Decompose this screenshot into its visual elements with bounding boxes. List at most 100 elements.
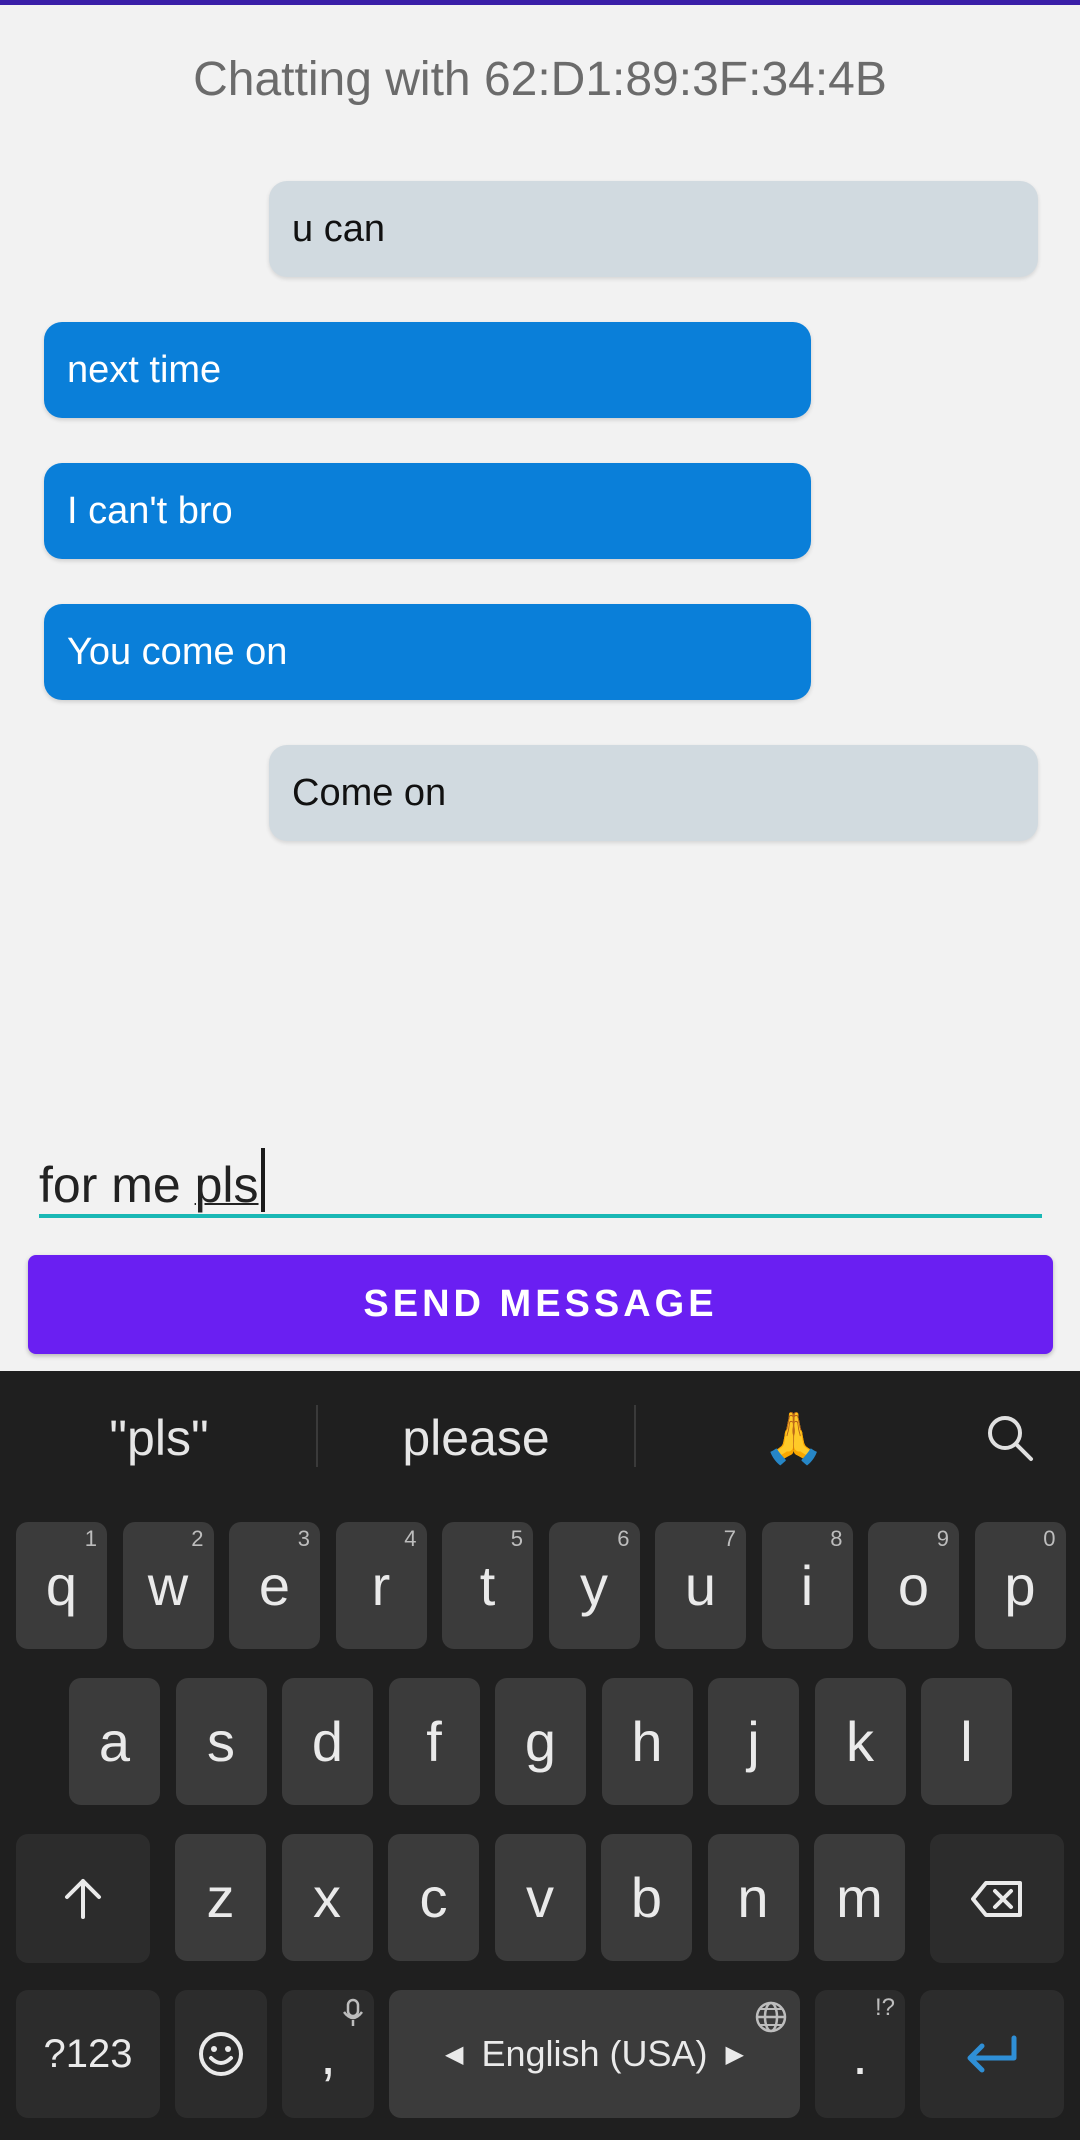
key-y[interactable]: y6	[548, 1522, 640, 1649]
key-label: k	[846, 1710, 874, 1773]
key-l[interactable]: l	[921, 1678, 1012, 1805]
space-bar-label: English (USA)	[481, 2033, 708, 2074]
backspace-icon	[971, 1880, 1022, 1917]
key-label: t	[479, 1554, 496, 1617]
key-number-hint: 6	[617, 1526, 630, 1551]
on-screen-keyboard: "pls" please 🙏 ?123 , ◀ English (USA) ▶ …	[0, 1371, 1080, 2140]
key-label: m	[836, 1866, 883, 1929]
key-g[interactable]: g	[495, 1678, 586, 1805]
key-label: u	[684, 1554, 717, 1617]
key-n[interactable]: n	[707, 1834, 799, 1961]
key-number-hint: 1	[84, 1526, 97, 1551]
message-bubble-sent[interactable]: next time	[44, 322, 811, 418]
key-label: n	[737, 1866, 769, 1929]
key-label: x	[313, 1866, 341, 1929]
key-number-hint: 7	[723, 1526, 736, 1551]
comma-key[interactable]: ,	[282, 1990, 374, 2118]
key-label: a	[98, 1710, 131, 1773]
key-number-hint: 9	[936, 1526, 949, 1551]
key-v[interactable]: v	[494, 1834, 586, 1961]
globe-icon	[755, 2001, 787, 2033]
key-label: w	[147, 1554, 189, 1617]
message-text: You come on	[67, 630, 288, 673]
period-hint: !?	[874, 1994, 895, 2021]
key-label: q	[45, 1554, 78, 1617]
shift-key[interactable]	[16, 1834, 150, 1963]
key-label: o	[897, 1554, 930, 1617]
key-label: y	[580, 1554, 608, 1617]
key-label: e	[258, 1554, 291, 1617]
key-e[interactable]: e3	[229, 1522, 320, 1649]
space-bar[interactable]: ◀ English (USA) ▶	[389, 1990, 800, 2118]
key-number-hint: 8	[830, 1526, 843, 1551]
left-caret-icon: ◀	[444, 2040, 464, 2068]
key-number-hint: 4	[404, 1526, 417, 1551]
key-label: h	[631, 1710, 663, 1773]
search-icon-glyph	[988, 1416, 1033, 1461]
key-r[interactable]: r4	[335, 1522, 427, 1649]
emoji-key[interactable]	[175, 1990, 267, 2118]
message-text: next time	[67, 348, 222, 391]
key-label: d	[311, 1710, 344, 1773]
key-t[interactable]: t5	[442, 1522, 533, 1649]
key-q[interactable]: q1	[16, 1522, 107, 1649]
key-s[interactable]: s	[175, 1678, 267, 1805]
key-j[interactable]: j	[708, 1678, 799, 1805]
period-key[interactable]: . !?	[815, 1990, 905, 2118]
enter-arrow-icon	[967, 2035, 1017, 2073]
key-label: g	[524, 1710, 557, 1773]
key-label: f	[426, 1710, 442, 1773]
key-x[interactable]: x	[281, 1834, 373, 1961]
key-f[interactable]: f	[388, 1678, 480, 1805]
key-a[interactable]: a	[69, 1678, 160, 1805]
message-bubble-received[interactable]: u can	[269, 181, 1038, 277]
status-accent-bar	[0, 0, 1080, 5]
microphone-icon	[343, 1998, 363, 2026]
key-number-hint: 0	[1043, 1526, 1056, 1551]
key-label: j	[747, 1710, 760, 1773]
message-input-text: for me pls	[39, 1148, 265, 1214]
key-b[interactable]: b	[601, 1834, 692, 1961]
key-k[interactable]: k	[814, 1678, 906, 1805]
key-label: v	[526, 1866, 554, 1929]
symbols-key[interactable]: ?123	[16, 1990, 160, 2118]
message-bubble-received[interactable]: Come on	[269, 745, 1038, 841]
key-label: c	[419, 1866, 448, 1929]
text-cursor	[260, 1148, 265, 1212]
message-input[interactable]: for me pls	[39, 1140, 1042, 1218]
message-bubble-sent[interactable]: I can't bro	[44, 463, 811, 559]
key-label: r	[371, 1554, 391, 1617]
enter-key[interactable]	[920, 1990, 1064, 2118]
key-c[interactable]: c	[388, 1834, 479, 1961]
key-u[interactable]: u7	[655, 1522, 746, 1649]
suggestion-item[interactable]: please	[318, 1371, 634, 1505]
backspace-key[interactable]	[930, 1834, 1064, 1963]
suggestion-item[interactable]: 🙏	[636, 1371, 952, 1505]
key-number-hint: 2	[191, 1526, 204, 1551]
key-label: b	[630, 1866, 663, 1929]
key-label: s	[207, 1710, 235, 1773]
message-bubble-sent[interactable]: You come on	[44, 604, 811, 700]
key-o[interactable]: o9	[868, 1522, 959, 1649]
key-p[interactable]: p0	[974, 1522, 1066, 1649]
key-w[interactable]: w2	[122, 1522, 214, 1649]
comma-label: ,	[320, 2022, 336, 2086]
key-label: i	[800, 1554, 814, 1617]
input-value-prefix: for me	[39, 1157, 195, 1213]
key-m[interactable]: m	[814, 1834, 905, 1961]
send-message-button[interactable]: SEND MESSAGE	[28, 1255, 1053, 1354]
key-number-hint: 3	[297, 1526, 310, 1551]
suggestion-strip: "pls" please 🙏	[0, 1371, 1080, 1505]
key-label: z	[206, 1866, 235, 1929]
message-text: Come on	[292, 771, 447, 814]
key-d[interactable]: d	[282, 1678, 373, 1805]
key-label: p	[1004, 1554, 1036, 1617]
key-h[interactable]: h	[601, 1678, 693, 1805]
message-text: I can't bro	[67, 489, 233, 532]
key-i[interactable]: i8	[761, 1522, 853, 1649]
search-icon[interactable]	[960, 1371, 1060, 1505]
emoji-smile-icon	[199, 2032, 243, 2076]
input-composing-word: pls	[194, 1157, 259, 1213]
key-z[interactable]: z	[175, 1834, 266, 1961]
suggestion-item[interactable]: "pls"	[0, 1371, 318, 1505]
